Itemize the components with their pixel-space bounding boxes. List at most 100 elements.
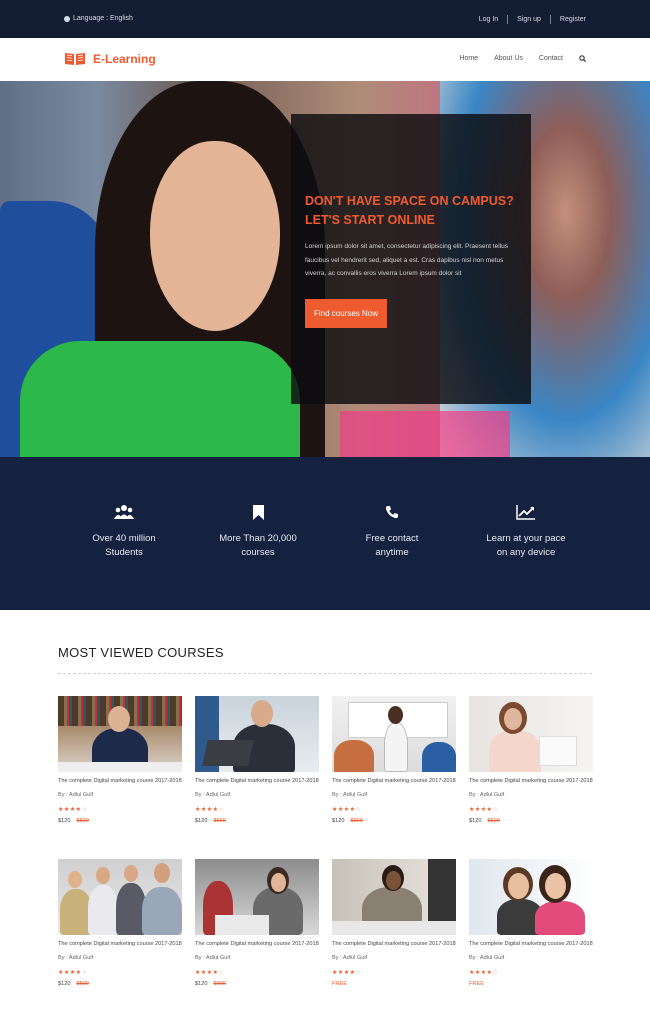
- course-thumbnail[interactable]: [332, 859, 456, 935]
- course-card[interactable]: The complete Digital marketing course 20…: [469, 696, 593, 824]
- course-card[interactable]: The complete Digital marketing course 20…: [58, 696, 182, 824]
- old-price: $560: [213, 818, 226, 824]
- old-price: $500: [487, 818, 500, 824]
- hero-banner: DON'T HAVE SPACE ON CAMPUS? LET'S START …: [0, 81, 650, 457]
- course-thumbnail[interactable]: [469, 859, 593, 935]
- feature-line2: courses: [241, 547, 275, 558]
- course-price: FREE: [469, 981, 484, 987]
- rating-stars: ★★★★☆: [195, 807, 225, 813]
- feature-courses: More Than 20,000 courses: [188, 502, 328, 560]
- feature-contact: Free contact anytime: [322, 502, 462, 560]
- course-card[interactable]: The complete Digital marketing course 20…: [195, 859, 319, 987]
- course-author: By : Adlul Gulf: [332, 955, 368, 961]
- book-icon: [65, 53, 85, 65]
- signup-link[interactable]: Sign up: [508, 16, 550, 23]
- course-card[interactable]: The complete Digital marketing course 20…: [332, 859, 456, 987]
- feature-students: Over 40 million Students: [54, 502, 194, 560]
- language-label: Language : English: [73, 15, 133, 22]
- hero-title-line2: LET'S START ONLINE: [305, 213, 435, 227]
- course-title[interactable]: The complete Digital marketing course 20…: [195, 940, 319, 948]
- feature-line1: More Than 20,000: [219, 533, 297, 544]
- course-card[interactable]: The complete Digital marketing course 20…: [332, 696, 456, 824]
- nav-menu: Home About Us Contact: [459, 55, 586, 62]
- users-icon: [114, 505, 134, 519]
- course-author: By : Adlul Gulf: [469, 955, 505, 961]
- globe-icon: [64, 15, 70, 22]
- old-price: $900: [350, 818, 363, 824]
- phone-icon: [385, 506, 398, 519]
- course-title[interactable]: The complete Digital marketing course 20…: [469, 777, 593, 785]
- brand-name: E-Learning: [93, 51, 156, 66]
- old-price: $500: [76, 818, 89, 824]
- course-thumbnail[interactable]: [195, 859, 319, 935]
- rating-stars: ★★★★☆: [332, 807, 362, 813]
- course-price: $120 $500: [469, 818, 500, 824]
- hero-description: Lorem ipsum dolor sit amet, consectetur …: [305, 243, 509, 277]
- rating-stars: ★★★★☆: [58, 970, 88, 976]
- course-author: By : Adlul Gulf: [58, 792, 94, 798]
- hero-overlay-card: DON'T HAVE SPACE ON CAMPUS? LET'S START …: [291, 114, 531, 404]
- login-link[interactable]: Log In: [470, 16, 507, 23]
- rating-stars: ★★★★☆: [469, 970, 499, 976]
- course-price: $120 $500: [58, 981, 89, 987]
- course-price: $120 $900: [332, 818, 363, 824]
- hero-background-shirt: [340, 411, 510, 457]
- course-card[interactable]: The complete Digital marketing course 20…: [469, 859, 593, 987]
- course-title[interactable]: The complete Digital marketing course 20…: [58, 777, 182, 785]
- course-thumbnail[interactable]: [58, 859, 182, 935]
- rating-stars: ★★★★☆: [58, 807, 88, 813]
- course-author: By : Adlul Gulf: [58, 955, 94, 961]
- brand-logo[interactable]: E-Learning: [64, 51, 156, 66]
- main-navbar: E-Learning Home About Us Contact: [0, 38, 650, 81]
- nav-about[interactable]: About Us: [494, 55, 523, 62]
- course-price: $120 $500: [58, 818, 89, 824]
- rating-stars: ★★★★☆: [469, 807, 499, 813]
- course-thumbnail[interactable]: [332, 696, 456, 772]
- chart-icon: [516, 505, 535, 520]
- section-title: MOST VIEWED COURSES: [58, 645, 224, 660]
- course-title[interactable]: The complete Digital marketing course 20…: [469, 940, 593, 948]
- feature-line1: Learn at your pace: [486, 533, 566, 544]
- course-price: $120 $560: [195, 818, 226, 824]
- search-icon[interactable]: [579, 55, 586, 62]
- old-price: $900: [213, 981, 226, 987]
- course-thumbnail[interactable]: [58, 696, 182, 772]
- feature-line1: Over 40 million: [92, 533, 156, 544]
- course-title[interactable]: The complete Digital marketing course 20…: [195, 777, 319, 785]
- course-card[interactable]: The complete Digital marketing course 20…: [195, 696, 319, 824]
- auth-links: Log In Sign up Register: [470, 15, 586, 24]
- course-title[interactable]: The complete Digital marketing course 20…: [332, 777, 456, 785]
- course-author: By : Adlul Gulf: [195, 792, 231, 798]
- find-courses-button[interactable]: Find courses Now: [305, 298, 388, 328]
- course-author: By : Adlul Gulf: [195, 955, 231, 961]
- features-strip: Over 40 million Students More Than 20,00…: [0, 457, 650, 610]
- course-thumbnail[interactable]: [469, 696, 593, 772]
- nav-home[interactable]: Home: [459, 55, 478, 62]
- rating-stars: ★★★★☆: [332, 970, 362, 976]
- rating-stars: ★★★★☆: [195, 970, 225, 976]
- feature-line2: on any device: [496, 547, 556, 558]
- course-author: By : Adlul Gulf: [332, 792, 368, 798]
- course-card[interactable]: The complete Digital marketing course 20…: [58, 859, 182, 987]
- course-title[interactable]: The complete Digital marketing course 20…: [332, 940, 456, 948]
- bookmark-icon: [252, 504, 264, 520]
- top-bar: Language : English Log In Sign up Regist…: [0, 0, 650, 38]
- hero-title: DON'T HAVE SPACE ON CAMPUS? LET'S START …: [305, 192, 517, 230]
- feature-pace: Learn at your pace on any device: [456, 502, 596, 560]
- language-selector[interactable]: Language : English: [64, 15, 133, 22]
- feature-line2: Students: [105, 547, 143, 558]
- course-thumbnail[interactable]: [195, 696, 319, 772]
- old-price: $500: [76, 981, 89, 987]
- hero-student-shirt: [20, 341, 300, 457]
- section-divider: [58, 673, 592, 674]
- hero-title-line1: DON'T HAVE SPACE ON CAMPUS?: [305, 194, 514, 208]
- hero-student-face: [150, 141, 280, 331]
- course-price: $120 $900: [195, 981, 226, 987]
- feature-line1: Free contact: [365, 533, 419, 544]
- course-title[interactable]: The complete Digital marketing course 20…: [58, 940, 182, 948]
- course-author: By : Adlul Gulf: [469, 792, 505, 798]
- nav-contact[interactable]: Contact: [539, 55, 563, 62]
- register-link[interactable]: Register: [551, 16, 586, 23]
- feature-line2: anytime: [375, 547, 409, 558]
- course-price: FREE: [332, 981, 347, 987]
